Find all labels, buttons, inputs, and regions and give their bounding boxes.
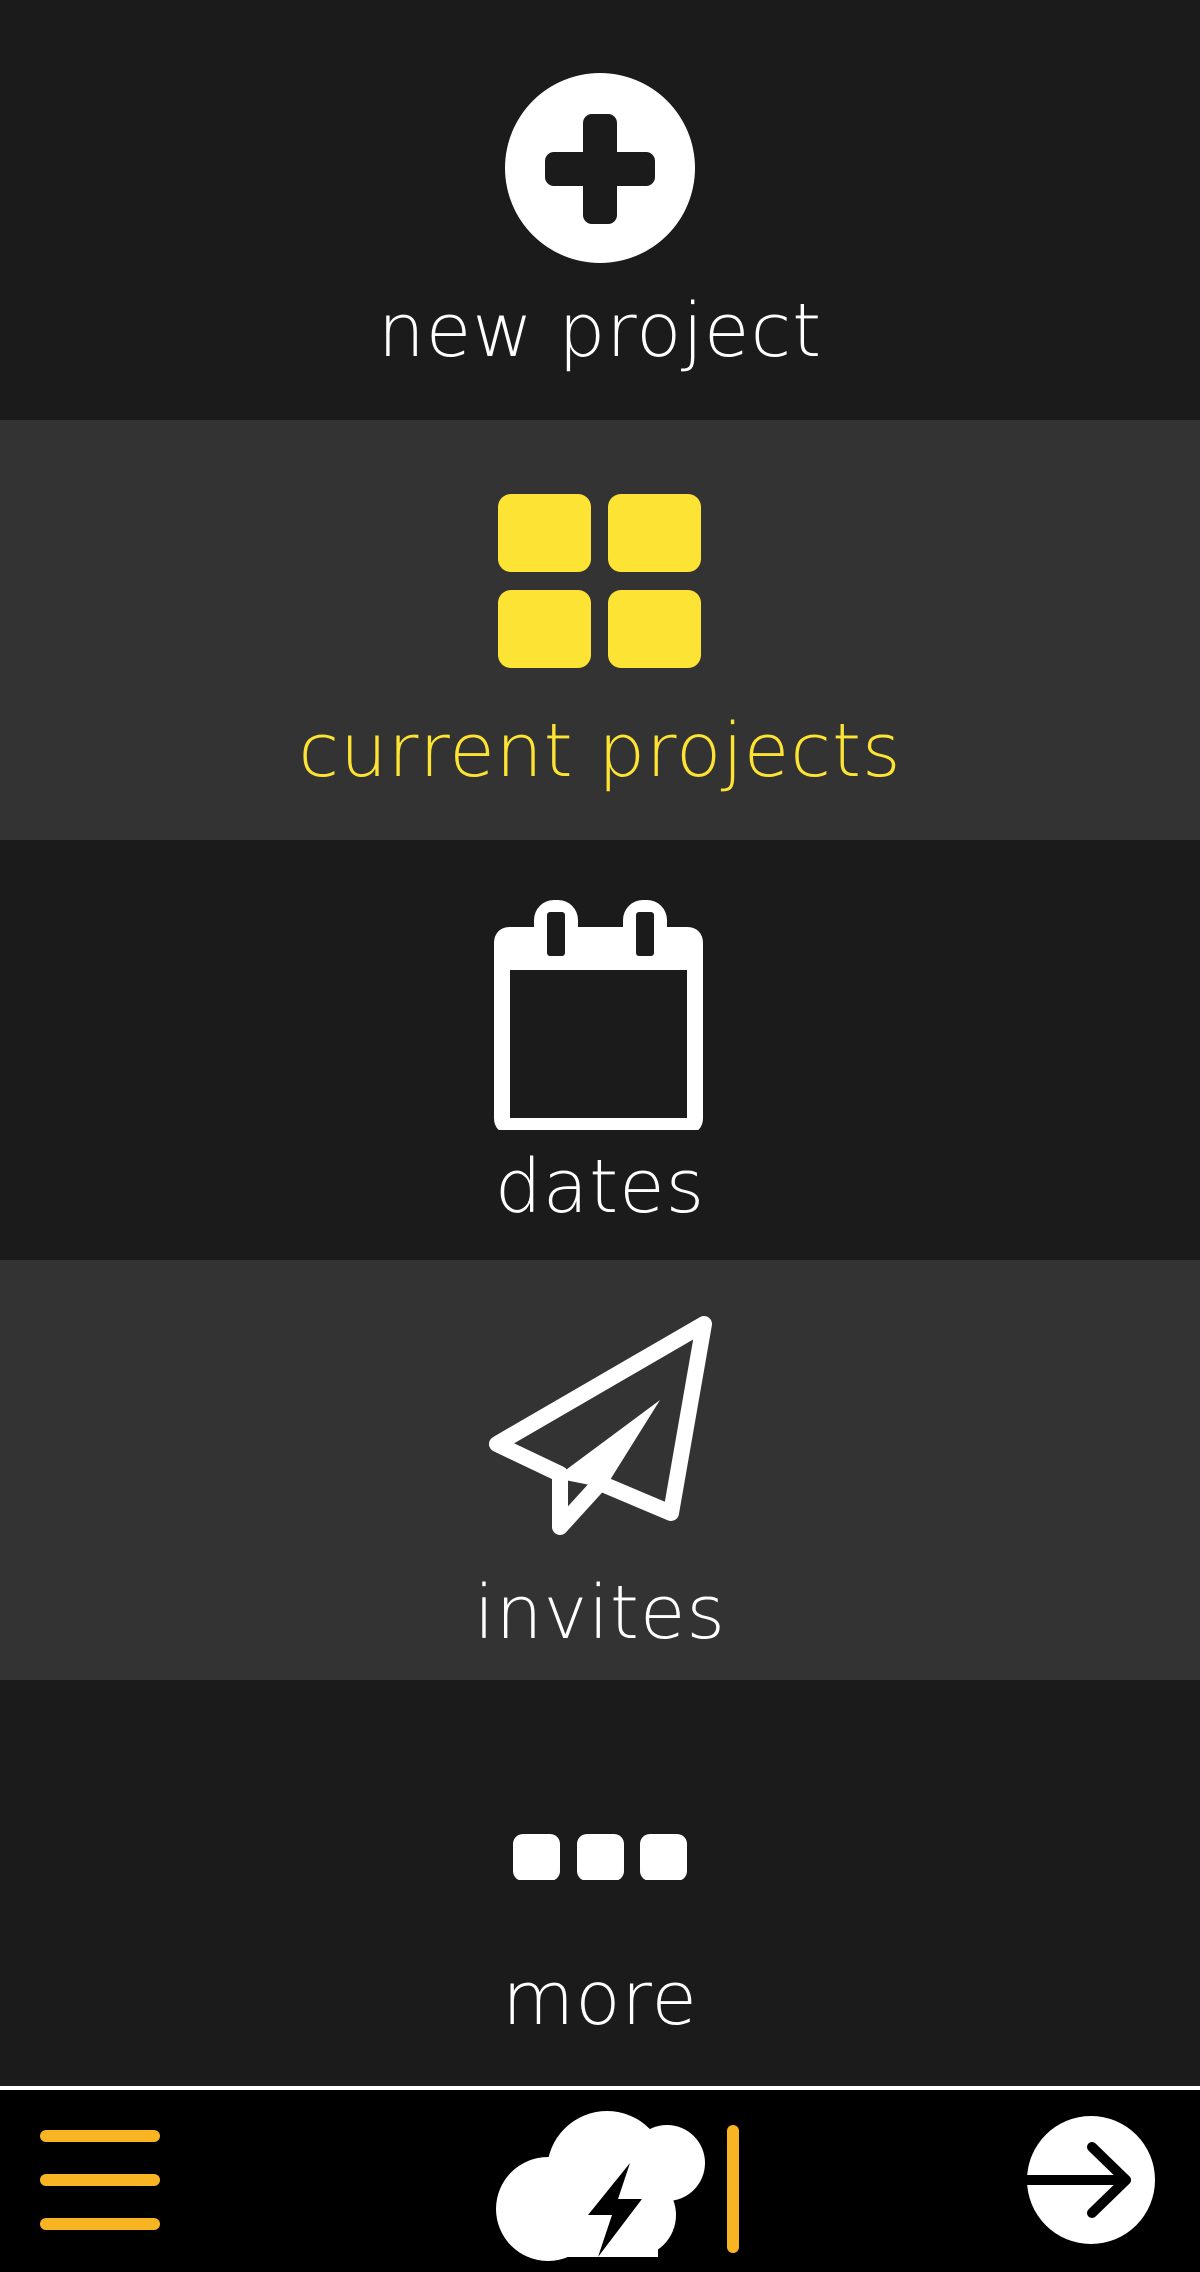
next-button[interactable]	[1023, 2115, 1156, 2245]
menu-item-label: new project	[377, 288, 823, 374]
home-logo-button[interactable]	[490, 2105, 750, 2265]
plus-circle-icon	[505, 73, 695, 263]
cloud-lightning-logo-icon	[496, 2111, 739, 2261]
bottom-bar	[0, 2090, 1200, 2272]
menu-item-dates[interactable]: dates	[0, 840, 1200, 1260]
hamburger-menu-button[interactable]	[30, 2120, 170, 2240]
menu-item-label: current projects	[298, 708, 902, 794]
arrow-right-circle-icon	[1023, 2116, 1155, 2244]
paper-plane-icon	[489, 1316, 712, 1535]
menu-item-invites[interactable]: invites	[0, 1260, 1200, 1680]
more-dots-icon	[513, 1834, 687, 1880]
calendar-icon	[494, 900, 703, 1130]
menu-item-current-projects[interactable]: current projects	[0, 420, 1200, 840]
menu-item-label: invites	[474, 1570, 726, 1656]
grid-icon	[498, 494, 701, 668]
menu-item-more[interactable]: more	[0, 1680, 1200, 2086]
hamburger-menu-icon	[40, 2130, 160, 2230]
menu-item-label: more	[502, 1956, 698, 2042]
menu-item-new-project[interactable]: new project	[0, 0, 1200, 420]
menu-item-label: dates	[494, 1144, 706, 1230]
